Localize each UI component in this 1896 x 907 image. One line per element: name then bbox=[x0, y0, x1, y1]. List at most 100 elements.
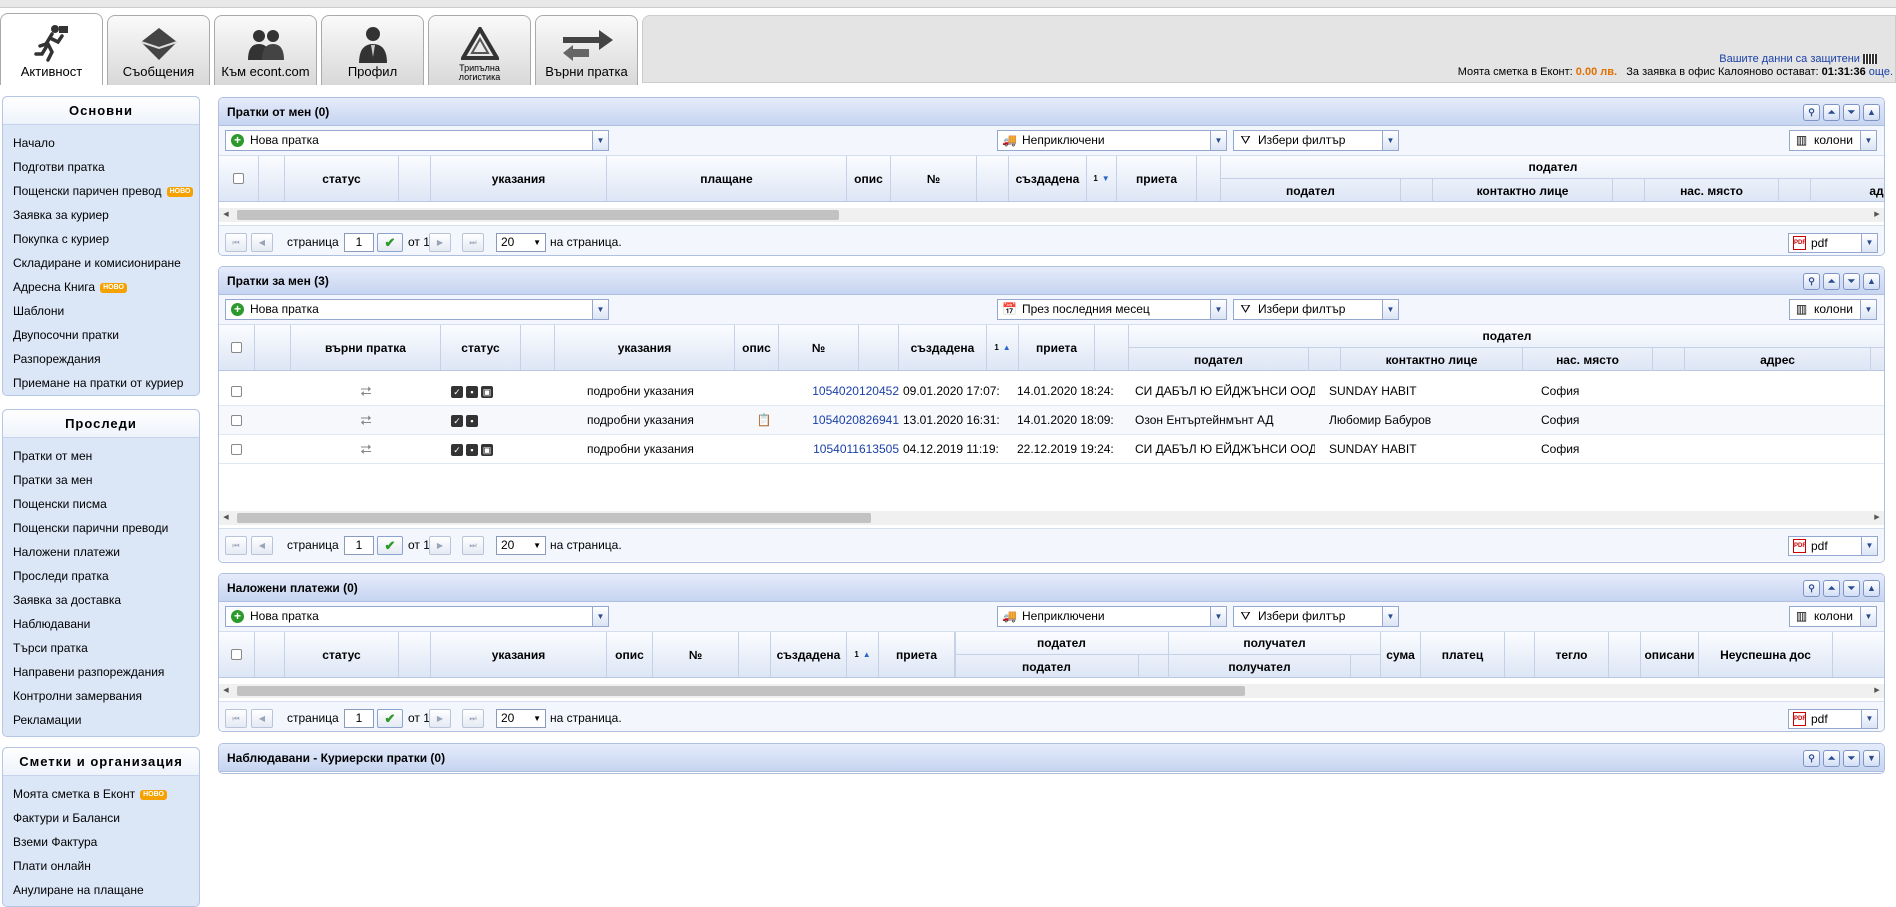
clipboard-icon[interactable]: 📋 bbox=[749, 406, 779, 435]
pdf-export-select[interactable]: PDF pdf ▼ bbox=[1788, 536, 1878, 556]
pin-icon[interactable]: ⚲ bbox=[1803, 580, 1820, 597]
last-page-button[interactable]: ⏭ bbox=[462, 709, 484, 728]
new-shipment-select[interactable]: + Нова пратка ▼ bbox=[225, 130, 609, 151]
sidebar-item[interactable]: Плати онлайн bbox=[13, 854, 199, 878]
instructions-cell[interactable]: подробни указания bbox=[587, 406, 735, 435]
table-row[interactable]: ⮂ ✓ ▪ ▣ подробни указания 1054011613505 04.12.… bbox=[219, 435, 1884, 464]
tab-messages[interactable]: Съобщения bbox=[107, 15, 210, 85]
status-filter-select[interactable]: 🚚 Неприключени ▼ bbox=[997, 606, 1227, 627]
sidebar-item[interactable]: Пратки за мен bbox=[13, 468, 199, 492]
sidebar-item[interactable]: Моята сметка в Еконт НОВО bbox=[13, 782, 199, 806]
return-arrow-icon[interactable]: ⮂ bbox=[291, 406, 441, 435]
pdf-export-select[interactable]: PDF pdf ▼ bbox=[1788, 233, 1878, 253]
col-sender[interactable]: подател bbox=[1129, 348, 1309, 371]
col-number[interactable]: № bbox=[891, 156, 977, 201]
move-up-icon[interactable]: ⏶ bbox=[1823, 580, 1840, 597]
col-desc[interactable]: опис bbox=[735, 325, 779, 370]
move-up-icon[interactable]: ⏶ bbox=[1823, 273, 1840, 290]
col-return[interactable]: върни пратка bbox=[291, 325, 441, 370]
sidebar-item[interactable]: Вземи Фактура bbox=[13, 830, 199, 854]
sidebar-item[interactable]: Пощенски парични преводи bbox=[13, 516, 199, 540]
sidebar-item[interactable]: Адресна Книга НОВО bbox=[13, 275, 199, 299]
first-page-button[interactable]: ⏮ bbox=[225, 709, 247, 728]
col-contact[interactable]: контактно лице bbox=[1433, 179, 1613, 202]
col-sender[interactable]: подател bbox=[955, 655, 1139, 678]
horizontal-scrollbar[interactable]: ◀ ▶ bbox=[219, 208, 1884, 222]
col-receiver[interactable]: получател bbox=[1169, 655, 1351, 678]
last-page-button[interactable]: ⏭ bbox=[462, 536, 484, 555]
move-up-icon[interactable]: ⏶ bbox=[1823, 750, 1840, 767]
period-filter-select[interactable]: 📅 През последния месец ▼ bbox=[997, 299, 1227, 320]
sidebar-item[interactable]: Подготви пратка bbox=[13, 155, 199, 179]
sort-indicator[interactable]: 1 ▲ bbox=[847, 632, 879, 677]
per-page-select[interactable]: 20 bbox=[496, 536, 546, 555]
move-down-icon[interactable]: ⏷ bbox=[1843, 580, 1860, 597]
col-payment[interactable]: плащане bbox=[607, 156, 847, 201]
select-all-checkbox[interactable] bbox=[219, 156, 259, 201]
first-page-button[interactable]: ⏮ bbox=[225, 233, 247, 252]
instructions-cell[interactable]: подробни указания bbox=[587, 377, 735, 406]
filter-select[interactable]: ⛛ Избери филтър ▼ bbox=[1233, 130, 1399, 151]
collapse-icon[interactable]: ▲ bbox=[1863, 580, 1880, 597]
col-instructions[interactable]: указания bbox=[555, 325, 735, 370]
col-created[interactable]: създадена bbox=[771, 632, 847, 677]
select-all-checkbox[interactable] bbox=[219, 325, 255, 370]
row-checkbox[interactable] bbox=[231, 435, 245, 464]
last-page-button[interactable]: ⏭ bbox=[462, 233, 484, 252]
col-place[interactable]: нас. място bbox=[1523, 348, 1653, 371]
go-page-button[interactable]: ✔ bbox=[377, 709, 403, 728]
col-sender[interactable]: подател bbox=[1221, 179, 1401, 202]
move-down-icon[interactable]: ⏷ bbox=[1843, 750, 1860, 767]
col-created[interactable]: създадена bbox=[1009, 156, 1087, 201]
prev-page-button[interactable]: ◀ bbox=[251, 233, 273, 252]
next-page-button[interactable]: ▶ bbox=[429, 233, 451, 252]
col-received[interactable]: приета bbox=[1019, 325, 1095, 370]
sidebar-item[interactable]: Складиране и комисиониране bbox=[13, 251, 199, 275]
return-arrow-icon[interactable]: ⮂ bbox=[291, 435, 441, 464]
page-input[interactable]: 1 bbox=[344, 536, 374, 555]
prev-page-button[interactable]: ◀ bbox=[251, 536, 273, 555]
col-created[interactable]: създадена bbox=[899, 325, 987, 370]
col-desc[interactable]: опис bbox=[607, 632, 653, 677]
col-desc[interactable]: опис bbox=[847, 156, 891, 201]
sidebar-item[interactable]: Контролни замервания bbox=[13, 684, 199, 708]
go-page-button[interactable]: ✔ bbox=[377, 233, 403, 252]
shipment-number-link[interactable]: 1054020120452 bbox=[799, 377, 899, 406]
collapse-icon[interactable]: ▲ bbox=[1863, 273, 1880, 290]
pin-icon[interactable]: ⚲ bbox=[1803, 273, 1820, 290]
per-page-select[interactable]: 20 bbox=[496, 709, 546, 728]
sidebar-item[interactable]: Пратки от мен bbox=[13, 444, 199, 468]
new-shipment-select[interactable]: + Нова пратка ▼ bbox=[225, 606, 609, 627]
col-number[interactable]: № bbox=[779, 325, 859, 370]
sidebar-item[interactable]: Анулиране на плащане bbox=[13, 878, 199, 902]
next-page-button[interactable]: ▶ bbox=[429, 709, 451, 728]
col-failed-delivery[interactable]: Неуспешна дос bbox=[1699, 632, 1833, 677]
sidebar-item[interactable]: Приемане на пратки от куриер bbox=[13, 371, 199, 395]
sidebar-item[interactable]: Рекламации bbox=[13, 708, 199, 732]
page-input[interactable]: 1 bbox=[344, 233, 374, 252]
next-page-button[interactable]: ▶ bbox=[429, 536, 451, 555]
tab-profile[interactable]: Профил bbox=[321, 15, 424, 85]
sidebar-item[interactable]: Направени разпореждания bbox=[13, 660, 199, 684]
col-number[interactable]: № bbox=[653, 632, 739, 677]
sidebar-item[interactable]: Заявка за куриер bbox=[13, 203, 199, 227]
shipment-number-link[interactable]: 1054011613505 bbox=[799, 435, 899, 464]
col-amount[interactable]: сума bbox=[1381, 632, 1421, 677]
filter-select[interactable]: ⛛ Избери филтър ▼ bbox=[1233, 606, 1399, 627]
col-contact[interactable]: контактно лице bbox=[1341, 348, 1523, 371]
row-checkbox[interactable] bbox=[231, 377, 245, 406]
col-description[interactable]: описани bbox=[1641, 632, 1699, 677]
sidebar-item[interactable]: Заявка за доставка bbox=[13, 588, 199, 612]
new-shipment-select[interactable]: + Нова пратка ▼ bbox=[225, 299, 609, 320]
table-row[interactable]: ⮂ ✓ ▪ ▣ подробни указания 1054020120452 09.01.… bbox=[219, 377, 1884, 406]
sort-indicator[interactable]: 1 ▼ bbox=[1087, 156, 1117, 201]
move-down-icon[interactable]: ⏷ bbox=[1843, 104, 1860, 121]
col-payer[interactable]: платец bbox=[1421, 632, 1505, 677]
col-address[interactable]: адрес bbox=[1685, 348, 1871, 371]
columns-select[interactable]: ▥ колони ▼ bbox=[1789, 299, 1877, 320]
sidebar-item[interactable]: Проследи пратка bbox=[13, 564, 199, 588]
sidebar-item[interactable]: Наблюдавани bbox=[13, 612, 199, 636]
move-up-icon[interactable]: ⏶ bbox=[1823, 104, 1840, 121]
table-row[interactable]: ⮂ ✓ ▪ подробни указания 📋 1054020826941 13.01.… bbox=[219, 406, 1884, 435]
col-weight[interactable]: тегло bbox=[1535, 632, 1609, 677]
